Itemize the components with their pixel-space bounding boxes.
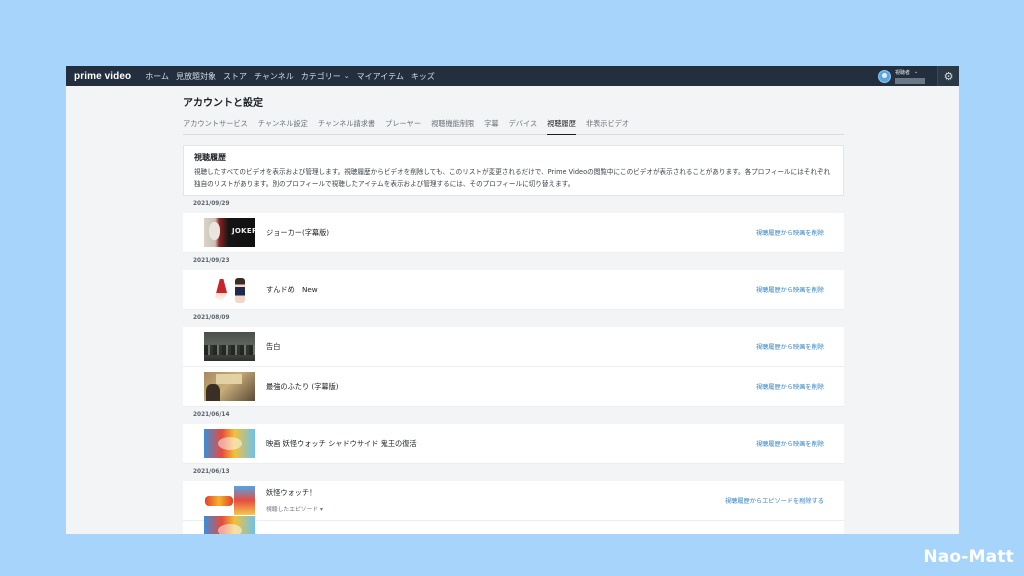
thumbnail-yokai-movie[interactable] bbox=[204, 429, 255, 458]
profile-menu[interactable]: 視聴者 ⌄ bbox=[895, 69, 925, 84]
item-title-wrap: すんドめ New bbox=[266, 285, 318, 295]
thumbnail-art bbox=[234, 486, 255, 515]
thumbnail-joker[interactable]: JOKER bbox=[204, 218, 255, 247]
watched-episodes-label: 視聴したエピソード bbox=[266, 507, 319, 513]
history-item[interactable]: すんドめ New 視聴履歴から映画を削除 bbox=[183, 270, 844, 310]
watermark: Nao-Matt bbox=[923, 547, 1014, 567]
thumbnail-partial[interactable] bbox=[204, 516, 255, 534]
item-title[interactable]: 告白 bbox=[266, 342, 280, 352]
tab-player[interactable]: プレーヤー bbox=[385, 119, 421, 135]
thumbnail-art bbox=[205, 496, 233, 506]
thumbnail-sundome[interactable] bbox=[204, 275, 255, 304]
top-navigation: prime video ホーム 見放題対象 ストア チャンネル カテゴリー ⌄ マ… bbox=[66, 66, 959, 86]
date-header: 2021/09/29 bbox=[193, 201, 230, 207]
prime-video-logo[interactable]: prime video bbox=[74, 71, 131, 82]
history-item[interactable]: 映画 妖怪ウォッチ シャドウサイド 鬼王の復活 視聴履歴から映画を削除 bbox=[183, 424, 844, 464]
tab-channel-settings[interactable]: チャンネル設定 bbox=[258, 119, 308, 135]
thumbnail-yokai-series[interactable] bbox=[204, 486, 255, 515]
history-item[interactable]: 告白 視聴履歴から映画を削除 bbox=[183, 327, 844, 367]
remove-from-history-link[interactable]: 視聴履歴から映画を削除 bbox=[756, 439, 824, 448]
history-list: 2021/09/29 JOKER ジョーカー(字幕版) 視聴履歴から映画を削除 … bbox=[183, 196, 844, 534]
tab-account-services[interactable]: アカウントサービス bbox=[183, 119, 248, 135]
nav-home[interactable]: ホーム bbox=[145, 71, 169, 82]
item-title-wrap: 映画 妖怪ウォッチ シャドウサイド 鬼王の復活 bbox=[266, 439, 417, 449]
tab-hidden-videos[interactable]: 非表示ビデオ bbox=[586, 119, 629, 135]
item-title-wrap: 妖怪ウォッチ！ 視聴したエピソード ▾ bbox=[266, 488, 323, 513]
remove-from-history-link[interactable]: 視聴履歴から映画を削除 bbox=[756, 342, 824, 351]
tab-watch-history[interactable]: 視聴履歴 bbox=[547, 119, 576, 135]
avatar[interactable] bbox=[878, 69, 891, 83]
chevron-down-icon: ⌄ bbox=[914, 69, 919, 75]
main-content: アカウントと設定 アカウントサービス チャンネル設定 チャンネル請求書 プレーヤ… bbox=[183, 94, 844, 534]
remove-from-history-link[interactable]: 視聴履歴から映画を削除 bbox=[756, 228, 824, 237]
browser-window: prime video ホーム 見放題対象 ストア チャンネル カテゴリー ⌄ マ… bbox=[66, 66, 959, 534]
date-header: 2021/06/13 bbox=[193, 469, 230, 475]
nav-kids[interactable]: キッズ bbox=[411, 71, 435, 82]
gear-icon: ⚙ bbox=[943, 69, 954, 83]
history-item-partial[interactable] bbox=[183, 516, 844, 534]
tab-channel-invoices[interactable]: チャンネル請求書 bbox=[318, 119, 375, 135]
item-title-wrap: 告白 bbox=[266, 342, 280, 352]
profile-redacted-bar bbox=[895, 77, 925, 84]
thumbnail-art bbox=[235, 278, 245, 303]
nav-right: 視聴者 ⌄ ⚙ bbox=[878, 66, 959, 86]
history-heading: 視聴履歴 bbox=[194, 153, 226, 162]
item-title[interactable]: 映画 妖怪ウォッチ シャドウサイド 鬼王の復活 bbox=[266, 439, 417, 449]
tab-parental-controls[interactable]: 視聴機能制限 bbox=[431, 119, 474, 135]
settings-tabs: アカウントサービス チャンネル設定 チャンネル請求書 プレーヤー 視聴機能制限 … bbox=[183, 119, 844, 135]
nav-included[interactable]: 見放題対象 bbox=[176, 71, 216, 82]
remove-from-history-link[interactable]: 視聴履歴から映画を削除 bbox=[756, 285, 824, 294]
settings-button[interactable]: ⚙ bbox=[937, 66, 959, 86]
history-description-box: 視聴履歴 視聴したすべてのビデオを表示および管理します。視聴履歴からビデオを削除… bbox=[183, 145, 844, 196]
history-item[interactable]: 妖怪ウォッチ！ 視聴したエピソード ▾ 視聴履歴からエピソードを削除する bbox=[183, 481, 844, 521]
item-title-wrap: 最強のふたり (字幕版) bbox=[266, 382, 339, 392]
history-item[interactable]: JOKER ジョーカー(字幕版) 視聴履歴から映画を削除 bbox=[183, 213, 844, 253]
caret-down-icon: ▾ bbox=[320, 507, 323, 513]
thumbnail-art bbox=[209, 222, 220, 240]
profile-name-label: 視聴者 bbox=[895, 69, 911, 76]
profile-name: 視聴者 ⌄ bbox=[895, 69, 925, 76]
history-item[interactable]: 最強のふたり (字幕版) 視聴履歴から映画を削除 bbox=[183, 367, 844, 407]
chevron-down-icon: ⌄ bbox=[343, 72, 350, 80]
date-header: 2021/06/14 bbox=[193, 412, 230, 418]
nav-channels[interactable]: チャンネル bbox=[254, 71, 294, 82]
item-title[interactable]: 最強のふたり (字幕版) bbox=[266, 382, 339, 392]
tab-subtitles[interactable]: 字幕 bbox=[484, 119, 498, 135]
nav-categories-label: カテゴリー bbox=[300, 71, 341, 81]
page-title: アカウントと設定 bbox=[183, 98, 263, 109]
nav-categories[interactable]: カテゴリー ⌄ bbox=[301, 71, 350, 82]
watched-episodes-toggle[interactable]: 視聴したエピソード ▾ bbox=[266, 504, 323, 513]
date-header: 2021/09/23 bbox=[193, 258, 230, 264]
date-header: 2021/08/09 bbox=[193, 315, 230, 321]
thumbnail-art bbox=[215, 279, 227, 302]
thumbnail-intouchables[interactable] bbox=[204, 372, 255, 401]
history-description: 視聴したすべてのビデオを表示および管理します。視聴履歴からビデオを削除しても、こ… bbox=[194, 168, 831, 188]
item-title[interactable]: ジョーカー(字幕版) bbox=[266, 228, 329, 238]
remove-from-history-link[interactable]: 視聴履歴から映画を削除 bbox=[756, 382, 824, 391]
thumbnail-kokuhaku[interactable] bbox=[204, 332, 255, 361]
nav-my-items[interactable]: マイアイテム bbox=[357, 71, 404, 82]
remove-episode-link[interactable]: 視聴履歴からエピソードを削除する bbox=[725, 496, 824, 505]
nav-store[interactable]: ストア bbox=[223, 71, 247, 82]
tab-devices[interactable]: デバイス bbox=[509, 119, 538, 135]
item-title[interactable]: すんドめ New bbox=[266, 285, 318, 295]
item-title[interactable]: 妖怪ウォッチ！ bbox=[266, 488, 323, 498]
thumbnail-art: JOKER bbox=[232, 227, 255, 235]
item-title-wrap: ジョーカー(字幕版) bbox=[266, 228, 329, 238]
